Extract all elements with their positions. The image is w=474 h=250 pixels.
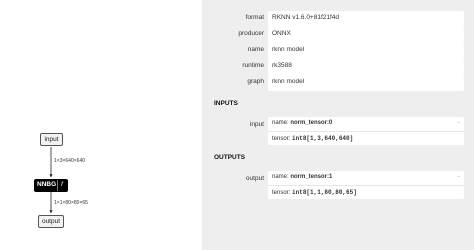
input-edge-label: 1×3×640×640 — [54, 158, 86, 164]
output-argument[interactable]: name: norm_tensor:1 – tensor: int8[1,1,8… — [268, 171, 464, 199]
input-tensor-line: tensor: int8[1,3,640,640] — [268, 131, 464, 145]
output-argument-label: output — [245, 175, 264, 182]
property-format: format RKNN v1.6.0+81f21f4d — [202, 11, 474, 27]
model-properties-panel: format RKNN v1.6.0+81f21f4d producer ONN… — [202, 0, 474, 250]
output-tensor-type: int8[1,1,80,80,65] — [292, 189, 357, 196]
input-name-prefix: name: — [272, 120, 291, 126]
output-tensor-prefix: tensor: — [272, 190, 293, 196]
output-edge-label: 1×1×80×80×65 — [54, 200, 88, 206]
input-tensor-type: int8[1,3,640,640] — [292, 135, 354, 142]
op-node-name: NNBG — [37, 181, 57, 188]
property-value[interactable]: rknn model — [268, 75, 464, 91]
minus-icon[interactable]: – — [457, 174, 460, 180]
output-tensor-line: tensor: int8[1,1,80,80,65] — [268, 185, 464, 199]
property-value[interactable]: rk3588 — [268, 59, 464, 75]
outputs-section-title: OUTPUTS — [214, 154, 246, 161]
property-producer: producer ONNX — [202, 27, 474, 43]
property-graph: graph rknn model — [202, 75, 474, 91]
property-name: graph — [247, 78, 264, 85]
property-value[interactable]: RKNN v1.6.0+81f21f4d — [268, 11, 464, 27]
graph-edges — [49, 147, 53, 214]
input-argument-label: input — [249, 121, 264, 128]
op-node[interactable]: NNBG f — [34, 179, 68, 192]
property-name: runtime — [242, 62, 264, 69]
output-name-line: name: norm_tensor:1 — [268, 171, 464, 185]
graph-canvas[interactable]: input 1×3×640×640 NNBG f 1×1×80×80×65 ou… — [0, 0, 202, 250]
property-name: name — [247, 46, 264, 53]
op-node-flag: f — [61, 181, 63, 188]
op-node-divider — [57, 180, 58, 191]
property-value[interactable]: rknn model — [268, 43, 464, 59]
input-node[interactable]: input — [40, 133, 63, 146]
input-argument[interactable]: name: norm_tensor:0 – tensor: int8[1,3,6… — [268, 117, 464, 145]
input-tensor-prefix: tensor: — [272, 136, 293, 142]
property-runtime: runtime rk3588 — [202, 59, 474, 75]
inputs-section-title: INPUTS — [214, 100, 238, 107]
output-node[interactable]: output — [38, 215, 64, 228]
property-name: producer — [238, 30, 264, 37]
minus-icon[interactable]: – — [457, 120, 460, 126]
input-name-line: name: norm_tensor:0 — [268, 117, 464, 131]
output-name-prefix: name: — [272, 174, 291, 180]
property-name: format — [245, 14, 264, 21]
input-tensor-name: norm_tensor:0 — [290, 120, 333, 126]
property-value[interactable]: ONNX — [268, 27, 464, 43]
property-name-row: name rknn model — [202, 43, 474, 59]
output-tensor-name: norm_tensor:1 — [290, 174, 333, 180]
